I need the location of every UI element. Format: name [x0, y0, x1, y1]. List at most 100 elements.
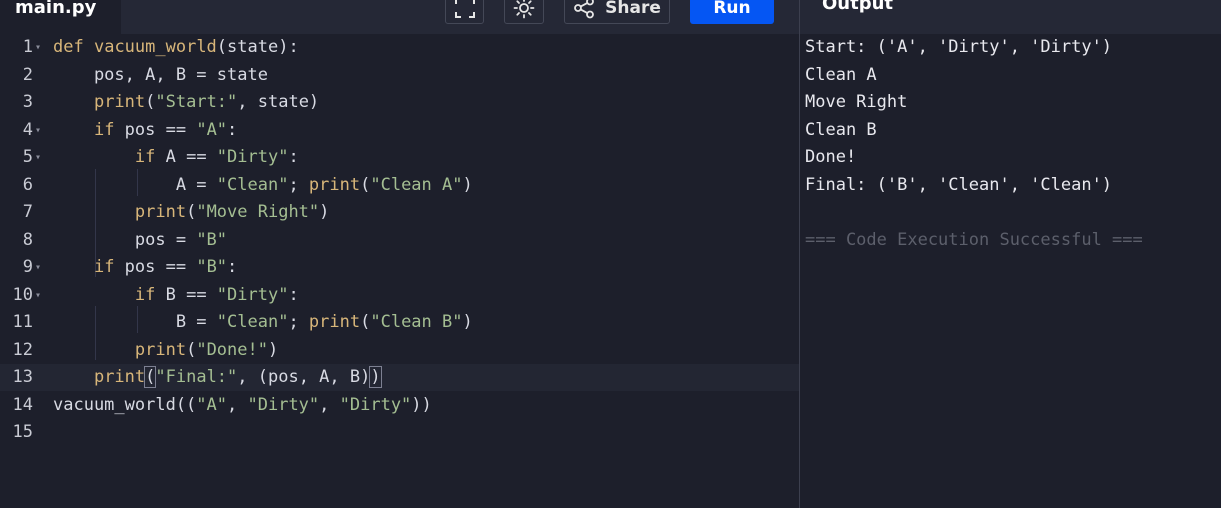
code-text: pos, A, B = state: [53, 64, 268, 85]
code-token: :: [288, 284, 299, 305]
fullscreen-icon: [454, 0, 475, 18]
function-token: print: [308, 312, 361, 332]
code-token: ): [267, 339, 279, 360]
string-token: "Start:": [155, 92, 238, 112]
string-token: "Move Right": [196, 202, 320, 222]
string-token: "Clean A": [370, 174, 463, 195]
code-line[interactable]: 7 print("Move Right"): [0, 199, 799, 226]
code-line[interactable]: 14 vacuum_world(("A", "Dirty", "Dirty")): [0, 392, 799, 419]
code-line[interactable]: 12 print("Done!"): [0, 337, 799, 364]
string-token: "Dirty": [339, 394, 412, 415]
code-token: :: [227, 119, 238, 140]
fold-arrow-icon[interactable]: ▾: [35, 282, 41, 309]
line-number: 13: [12, 367, 33, 387]
keyword-token: if: [93, 119, 115, 140]
code-line[interactable]: 3 print("Start:", state): [0, 89, 799, 116]
output-line: Clean A: [805, 64, 877, 85]
share-icon: [574, 0, 595, 19]
code-token: A ==: [155, 147, 217, 167]
line-number: 9: [22, 257, 33, 277]
code-text: pos = "B": [53, 227, 227, 254]
code-token: ;: [288, 312, 309, 332]
output-line: Final: ('B', 'Clean', 'Clean'): [805, 174, 1113, 195]
active-code-line[interactable]: 13 print("Final:", (pos, A, B)): [0, 364, 799, 391]
string-token: "A": [196, 119, 228, 140]
code-token: B =: [175, 312, 217, 332]
keyword-token: if: [134, 284, 156, 305]
string-token: "Clean": [216, 312, 289, 332]
code-token: :: [227, 257, 238, 277]
theme-toggle-button[interactable]: [504, 0, 544, 24]
code-line[interactable]: 9 ▾ if pos == "B":: [0, 254, 799, 281]
code-token: B ==: [155, 284, 217, 305]
code-token: ,: [319, 394, 340, 415]
code-token: vacuum_world((: [53, 394, 197, 415]
function-token: print: [134, 339, 187, 360]
code-line[interactable]: 5 ▾ if A == "Dirty":: [0, 144, 799, 171]
string-token: "Final:": [155, 367, 238, 387]
code-text: def vacuum_world(state):: [53, 34, 299, 61]
panel-divider[interactable]: [799, 0, 800, 508]
output-spacer: ​: [805, 199, 1143, 227]
code-line[interactable]: 8 pos = "B": [0, 227, 799, 254]
fold-arrow-icon[interactable]: ▾: [35, 117, 41, 144]
top-toolbar: main.py Share Run Output: [0, 0, 1221, 35]
function-token: print: [93, 92, 146, 112]
string-token: "Done!": [196, 339, 268, 360]
file-tab[interactable]: main.py: [0, 0, 121, 35]
code-token: ;: [288, 174, 309, 195]
code-token: (: [186, 339, 197, 360]
code-text: print("Start:", state): [53, 89, 319, 116]
output-line: Start: ('A', 'Dirty', 'Dirty'): [805, 37, 1113, 57]
code-text: if pos == "A":: [53, 117, 237, 144]
string-token: "Clean B": [370, 312, 463, 332]
code-text: if B == "Dirty":: [53, 282, 299, 309]
code-token: pos ==: [114, 257, 197, 277]
fold-arrow-icon[interactable]: ▾: [35, 34, 41, 61]
output-line: Clean B: [805, 119, 877, 140]
code-text: A = "Clean"; print("Clean A"): [53, 172, 473, 199]
function-token: print: [308, 174, 361, 195]
code-line[interactable]: 6 A = "Clean"; print("Clean A"): [0, 172, 799, 199]
output-line: Move Right: [805, 92, 908, 112]
code-text: B = "Clean"; print("Clean B"): [53, 309, 473, 336]
code-line[interactable]: 15: [0, 419, 799, 446]
code-text: if pos == "B":: [53, 254, 237, 281]
line-number: 7: [22, 202, 33, 222]
code-line[interactable]: 10 ▾ if B == "Dirty":: [0, 282, 799, 309]
code-line[interactable]: 2 pos, A, B = state: [0, 62, 799, 89]
line-number: 14: [12, 394, 33, 415]
code-token: :: [288, 147, 299, 167]
code-text: print("Final:", (pos, A, B)): [53, 364, 382, 391]
code-token: (state):: [216, 37, 299, 57]
line-number: 4: [22, 119, 33, 140]
line-number: 8: [22, 229, 33, 250]
code-token: A =: [175, 174, 217, 195]
string-token: "B": [196, 257, 228, 277]
code-token: (: [360, 174, 371, 195]
share-button[interactable]: Share: [564, 0, 670, 24]
execution-success-message: === Code Execution Successful ===: [805, 229, 1143, 250]
code-text: print("Done!"): [53, 337, 278, 364]
fold-arrow-icon[interactable]: ▾: [35, 144, 41, 171]
code-line[interactable]: 4 ▾ if pos == "A":: [0, 117, 799, 144]
output-line: Done!: [805, 147, 857, 167]
string-token: "Dirty": [247, 394, 320, 415]
code-line[interactable]: 11 B = "Clean"; print("Clean B"): [0, 309, 799, 336]
fullscreen-button[interactable]: [445, 0, 484, 24]
code-text: if A == "Dirty":: [53, 144, 299, 171]
string-token: "B": [196, 229, 228, 250]
code-line[interactable]: 1 ▾ def vacuum_world(state):: [0, 34, 799, 61]
function-token: print: [134, 202, 187, 222]
run-button[interactable]: Run: [690, 0, 774, 24]
string-token: "Clean": [216, 174, 289, 195]
code-token: )): [411, 394, 432, 415]
code-editor[interactable]: 1 ▾ def vacuum_world(state): 2 pos, A, B…: [0, 34, 799, 508]
code-token: (: [360, 312, 371, 332]
line-number: 10: [12, 284, 33, 305]
fold-arrow-icon[interactable]: ▾: [35, 254, 41, 281]
text-cursor: [380, 367, 382, 387]
string-token: "A": [196, 394, 228, 415]
code-token: pos ==: [114, 119, 197, 140]
code-token: ): [462, 312, 473, 332]
